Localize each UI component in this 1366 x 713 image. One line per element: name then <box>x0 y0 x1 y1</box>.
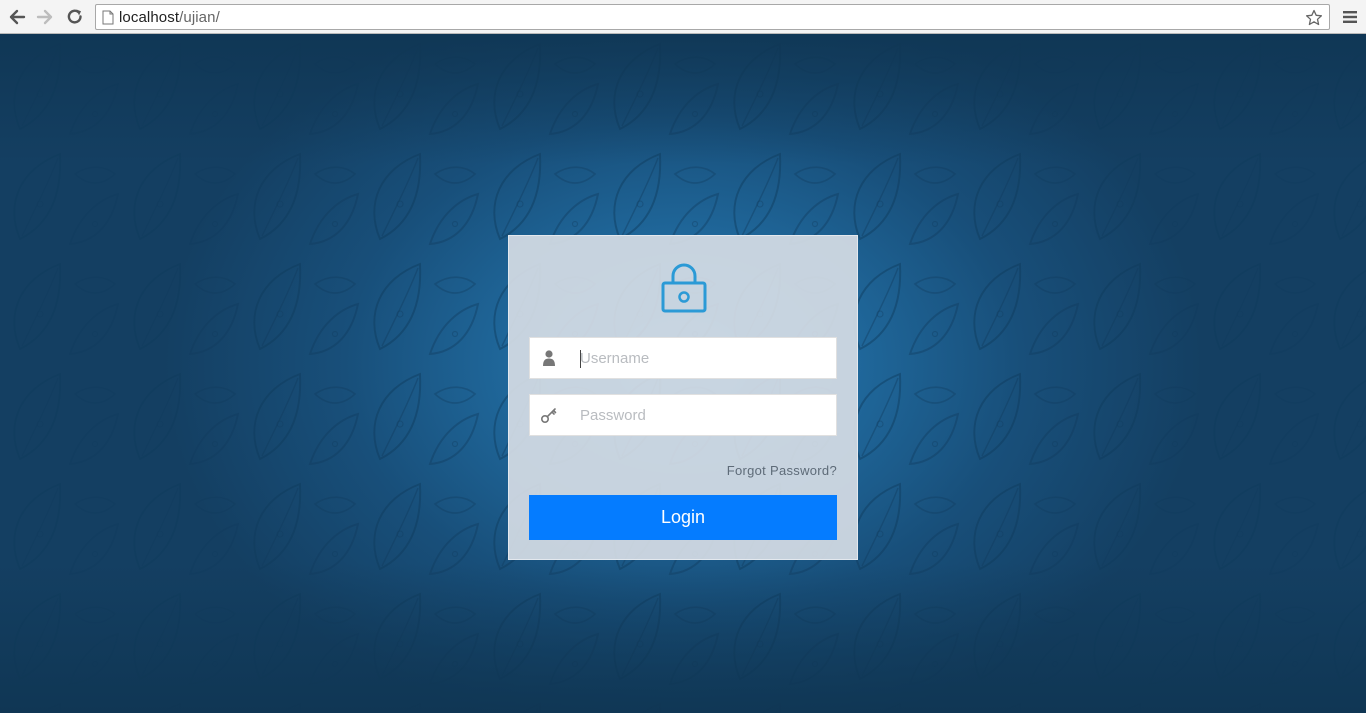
username-field[interactable] <box>529 337 837 379</box>
key-icon <box>540 408 557 424</box>
top-shade <box>0 34 1366 164</box>
url-host: localhost <box>119 9 180 26</box>
page-background: Forgot Password? Login <box>0 34 1366 713</box>
bottom-shade <box>0 563 1366 713</box>
url-text[interactable]: localhost/ujian/ <box>119 9 220 26</box>
browser-toolbar: localhost/ujian/ <box>0 0 1366 34</box>
hamburger-menu-icon[interactable] <box>1339 5 1361 29</box>
username-input[interactable] <box>580 338 830 378</box>
lock-icon <box>661 263 707 313</box>
text-cursor <box>580 350 581 368</box>
password-field[interactable] <box>529 394 837 436</box>
login-card: Forgot Password? Login <box>508 235 858 560</box>
forward-arrow-icon[interactable] <box>33 5 57 29</box>
user-icon <box>543 350 555 366</box>
page-icon <box>102 10 114 30</box>
bookmark-star-icon[interactable] <box>1303 7 1325 29</box>
url-path: /ujian/ <box>179 9 220 26</box>
reload-icon[interactable] <box>63 5 87 29</box>
forgot-password-link[interactable]: Forgot Password? <box>727 463 837 478</box>
address-bar[interactable]: localhost/ujian/ <box>95 4 1330 30</box>
back-arrow-icon[interactable] <box>5 5 29 29</box>
login-button[interactable]: Login <box>529 495 837 540</box>
password-input[interactable] <box>580 395 830 435</box>
